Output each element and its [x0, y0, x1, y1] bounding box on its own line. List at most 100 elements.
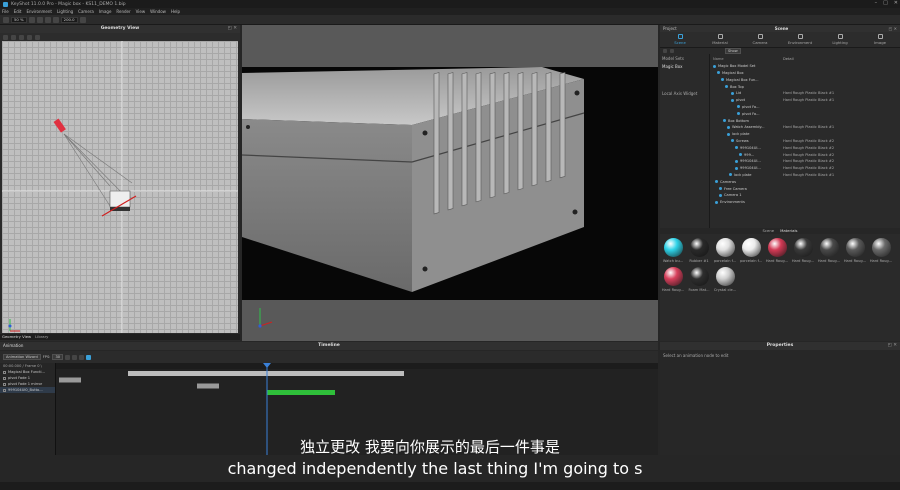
tree-item[interactable]: Screws Hard Rough Plastic Black #2 [713, 138, 897, 145]
fit-tool-icon[interactable] [27, 34, 32, 40]
tree-item[interactable]: 999104UI... Hard Rough Plastic Black #2 [713, 158, 897, 165]
visibility-icon[interactable] [715, 200, 718, 204]
menu-render[interactable]: Render [116, 9, 130, 14]
rotate-icon[interactable] [36, 16, 43, 23]
rewind-icon[interactable] [65, 354, 71, 360]
material-swatch[interactable]: Rubber #1 [689, 238, 709, 263]
tree-item[interactable]: Watch Assembly... Hard Rough Plastic Blac… [713, 124, 897, 131]
visibility-icon[interactable] [735, 166, 738, 170]
workspace-icon[interactable] [3, 16, 9, 23]
menu-edit[interactable]: Edit [14, 9, 22, 14]
visibility-icon[interactable] [715, 180, 718, 184]
tree-item[interactable]: Magic Box Model Set [713, 63, 897, 70]
tree-item[interactable]: Camera 1 [713, 192, 897, 199]
visibility-icon[interactable] [713, 64, 716, 68]
material-swatch[interactable]: porcelain f... [714, 238, 736, 263]
tab-camera[interactable]: Camera [741, 32, 779, 47]
perspective-icon[interactable] [52, 16, 59, 23]
tree-item[interactable]: Free Camera [713, 185, 897, 192]
material-swatch[interactable]: Hard Roug... [844, 238, 866, 263]
maximize-icon[interactable]: □ [883, 0, 888, 6]
visibility-icon[interactable] [723, 119, 726, 123]
visibility-icon[interactable] [737, 105, 740, 109]
visibility-icon[interactable] [717, 71, 720, 75]
close-icon[interactable]: ◰ ✕ [888, 342, 897, 350]
local-axis-checkbox[interactable]: Local Axis Widget [662, 91, 707, 96]
view-tool-icon[interactable] [35, 34, 40, 40]
material-swatch[interactable]: Hard Roug... [870, 238, 892, 263]
visibility-icon[interactable] [739, 153, 742, 157]
material-swatch[interactable]: Foam Mat... [688, 267, 710, 292]
visibility-icon[interactable] [719, 193, 722, 197]
visibility-icon[interactable] [731, 91, 734, 95]
close-icon[interactable]: ◰ ✕ [889, 25, 897, 32]
tab-image[interactable]: Image [861, 32, 899, 47]
menu-view[interactable]: View [136, 9, 146, 14]
material-swatch[interactable]: porcelain f... [740, 238, 762, 263]
menu-lighting[interactable]: Lighting [57, 9, 73, 14]
visibility-icon[interactable] [729, 173, 732, 177]
material-swatch[interactable]: Watch bu... [663, 238, 683, 263]
tab-scene[interactable]: Scene [661, 32, 699, 47]
zoom-tool-icon[interactable] [19, 34, 24, 40]
tree-item[interactable]: 999104UI... Hard Rough Plastic Black #2 [713, 165, 897, 172]
menu-window[interactable]: Window [150, 9, 166, 14]
tree-item[interactable]: pivot Hard Rough Plastic Black #1 [713, 97, 897, 104]
menu-camera[interactable]: Camera [78, 9, 94, 14]
material-swatch[interactable]: Hard Roug... [818, 238, 840, 263]
tree-item[interactable]: lock plate [713, 131, 897, 138]
material-swatch[interactable]: Hard Roug... [662, 267, 684, 292]
track-bar[interactable] [128, 371, 404, 376]
close-icon[interactable]: ◰ ✕ [228, 25, 237, 33]
play-icon[interactable] [72, 354, 78, 360]
tab-materials-lib[interactable]: Materials [780, 228, 797, 234]
tree-item[interactable]: Box Bottom [713, 117, 897, 124]
tab-lighting[interactable]: Lighting [821, 32, 859, 47]
tree-item[interactable]: Magical Box [713, 70, 897, 77]
track-bar[interactable] [59, 377, 81, 383]
visibility-icon[interactable] [737, 112, 740, 116]
visibility-icon[interactable] [727, 132, 730, 136]
loop-icon[interactable] [86, 354, 92, 360]
tree-item[interactable]: Lid Hard Rough Plastic Black #1 [713, 90, 897, 97]
minimize-icon[interactable]: – [875, 0, 878, 6]
tab-library[interactable]: Library [35, 334, 48, 340]
render-settings-icon[interactable] [79, 16, 86, 23]
camera-tool-icon[interactable] [3, 34, 8, 40]
visibility-icon[interactable] [731, 139, 734, 143]
value-field[interactable]: 200.0 [60, 16, 78, 23]
tree-item[interactable]: Box Top [713, 83, 897, 90]
geometry-grid[interactable] [2, 41, 238, 333]
material-swatch[interactable]: Crystal cle... [714, 267, 736, 292]
tree-item[interactable]: pivot Fa... [713, 104, 897, 111]
dolly-icon[interactable] [44, 16, 51, 23]
forward-icon[interactable] [79, 354, 85, 360]
menu-image[interactable]: Image [99, 9, 112, 14]
track-row-selected[interactable]: 999104UI0_Butto... [0, 387, 55, 393]
delete-icon[interactable] [670, 49, 674, 53]
visibility-icon[interactable] [735, 146, 738, 150]
menu-environment[interactable]: Environment [26, 9, 52, 14]
tab-environment[interactable]: Environment [781, 32, 819, 47]
zoom-field[interactable]: 50 % [11, 16, 27, 23]
tree-item[interactable]: pivot Fa... [713, 110, 897, 117]
tree-item[interactable]: Cameras [713, 178, 897, 185]
grid-tool-icon[interactable] [11, 34, 16, 40]
track-bar-selected[interactable] [267, 390, 335, 395]
menu-file[interactable]: File [2, 9, 9, 14]
visibility-icon[interactable] [727, 125, 730, 129]
visibility-icon[interactable] [731, 98, 734, 102]
visibility-icon[interactable] [725, 85, 728, 89]
track-bar[interactable] [197, 383, 219, 389]
tree-item[interactable]: lock plate Hard Rough Plastic Black #1 [713, 172, 897, 179]
visibility-icon[interactable] [719, 187, 722, 191]
render-image[interactable] [242, 67, 658, 300]
menu-help[interactable]: Help [171, 9, 180, 14]
tab-material[interactable]: Material [701, 32, 739, 47]
tab-scene-lib[interactable]: Scene [763, 228, 775, 234]
tree-item[interactable]: 999... Hard Rough Plastic Black #2 [713, 151, 897, 158]
tree-item[interactable]: Environments [713, 199, 897, 206]
fps-field[interactable]: 30 [52, 354, 64, 360]
visibility-icon[interactable] [721, 78, 724, 82]
close-icon[interactable]: ✕ [894, 0, 898, 6]
